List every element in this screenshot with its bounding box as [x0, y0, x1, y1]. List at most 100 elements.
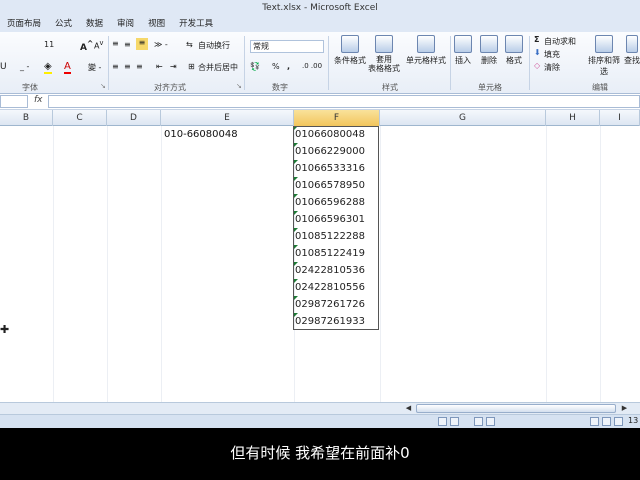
conditional-format-label: 条件格式	[334, 56, 366, 65]
separator	[328, 36, 329, 90]
format-as-table-icon	[375, 35, 393, 53]
zoom-level[interactable]: 13	[628, 416, 638, 425]
horizontal-scrollbar[interactable]: ◀ ▶	[0, 402, 640, 414]
underline-icon[interactable]: U	[0, 62, 7, 72]
normal-view-icon[interactable]	[590, 417, 599, 426]
clear-button[interactable]: 清除	[544, 62, 560, 73]
delete-label: 删除	[481, 56, 497, 65]
align-top-icon[interactable]: ≡	[112, 39, 119, 48]
align-center-icon[interactable]: ≡	[124, 62, 131, 71]
sort-filter-button[interactable]: 排序和筛选	[586, 35, 622, 77]
font-color-icon[interactable]: A	[64, 61, 71, 74]
tab-page-layout[interactable]: 页面布局	[0, 16, 48, 32]
font-size-select[interactable]: 11	[44, 40, 54, 49]
comma-button[interactable]: ,	[287, 62, 290, 71]
excel-window: Text.xlsx - Microsoft Excel 页面布局 公式 数据 审…	[0, 0, 640, 480]
subtitle-band: 但有时候 我希望在前面补0	[0, 428, 640, 480]
sum-icon[interactable]: Σ	[534, 35, 539, 44]
fx-icon[interactable]: fx	[34, 95, 43, 105]
column-header-b[interactable]: B	[0, 110, 53, 126]
tab-formulas[interactable]: 公式	[48, 16, 79, 32]
window-title: Text.xlsx - Microsoft Excel	[0, 0, 640, 16]
number-format-select[interactable]: 常规	[250, 40, 324, 53]
shrink-font-icon[interactable]: Av	[94, 39, 103, 51]
selection-border	[293, 126, 379, 330]
column-header-g[interactable]: G	[380, 110, 546, 126]
scroll-thumb[interactable]	[416, 404, 616, 413]
orientation-icon[interactable]: ≫ -	[154, 40, 168, 49]
status-icon[interactable]	[450, 417, 459, 426]
align-left-icon[interactable]: ≡	[112, 62, 119, 71]
cell-grid[interactable]: 010-66080048 01066080048 01066229000 010…	[0, 126, 640, 402]
wrap-text-button[interactable]: 自动换行	[198, 40, 230, 51]
status-bar: 13	[0, 414, 640, 428]
name-box[interactable]	[0, 95, 28, 108]
separator	[450, 36, 451, 90]
align-bottom-icon[interactable]: ≡	[136, 38, 148, 50]
sort-filter-label: 排序和筛选	[588, 56, 620, 76]
gridline	[380, 126, 381, 402]
alignment-launcher-icon[interactable]: ↘	[236, 82, 242, 90]
column-header-c[interactable]: C	[53, 110, 107, 126]
gridline	[600, 126, 601, 402]
merge-center-icon[interactable]: ⊞	[188, 62, 195, 71]
merge-center-button[interactable]: 合并后居中	[198, 62, 238, 73]
fill-color-icon[interactable]: ◈	[44, 61, 52, 74]
align-middle-icon[interactable]: ≡	[124, 40, 131, 49]
format-as-table-button[interactable]: 套用 表格格式	[366, 35, 402, 73]
scroll-right-icon[interactable]: ▶	[620, 404, 629, 413]
find-select-button[interactable]: 查找	[624, 35, 640, 66]
scroll-left-icon[interactable]: ◀	[404, 404, 413, 413]
tab-developer[interactable]: 开发工具	[172, 16, 220, 32]
font-launcher-icon[interactable]: ↘	[100, 82, 106, 90]
formula-input[interactable]	[48, 95, 640, 108]
insert-icon	[454, 35, 472, 53]
cell-styles-button[interactable]: 单元格样式	[404, 35, 448, 66]
tab-view[interactable]: 视图	[141, 16, 172, 32]
border-icon[interactable]: _ -	[20, 62, 29, 71]
decimal-buttons[interactable]: .0 .00	[302, 62, 322, 70]
autosum-button[interactable]: 自动求和	[544, 36, 576, 47]
column-header-d[interactable]: D	[107, 110, 161, 126]
column-headers: B C D E F G H I	[0, 110, 640, 126]
cell-e1[interactable]: 010-66080048	[164, 126, 238, 143]
phonetic-icon[interactable]: 變 -	[88, 62, 101, 73]
insert-button[interactable]: 插入	[452, 35, 474, 66]
percent-button[interactable]: %	[272, 62, 280, 71]
group-alignment-label: 对齐方式	[154, 83, 186, 92]
grow-font-icon[interactable]: A^	[80, 39, 93, 53]
group-cells-label: 单元格	[478, 83, 502, 92]
wrap-text-icon[interactable]: ⇆	[186, 40, 193, 49]
align-right-icon[interactable]: ≡	[136, 62, 143, 71]
cell-styles-icon	[417, 35, 435, 53]
gridline	[53, 126, 54, 402]
page-break-view-icon[interactable]	[614, 417, 623, 426]
accounting-icon[interactable]: 💱	[250, 62, 260, 71]
column-header-f[interactable]: F	[294, 110, 380, 126]
ribbon: 11 A^ Av U _ - ◈ A 變 - 字体 ↘ ≡ ≡ ≡ ≫ - ⇆ …	[0, 32, 640, 94]
decrease-indent-icon[interactable]: ⇤	[156, 62, 163, 71]
format-icon	[505, 35, 523, 53]
tab-review[interactable]: 审阅	[110, 16, 141, 32]
increase-indent-icon[interactable]: ⇥	[170, 62, 177, 71]
delete-button[interactable]: 删除	[478, 35, 500, 66]
page-layout-view-icon[interactable]	[602, 417, 611, 426]
fill-icon[interactable]: ⬇	[534, 48, 541, 57]
eraser-icon[interactable]: ◇	[534, 61, 540, 70]
format-as-table-label-2: 表格格式	[368, 64, 400, 73]
column-header-i[interactable]: I	[600, 110, 640, 126]
separator	[108, 36, 109, 90]
status-icon[interactable]	[486, 417, 495, 426]
cell-cursor-icon: ✚	[0, 323, 10, 336]
column-header-h[interactable]: H	[546, 110, 600, 126]
group-font-label: 字体	[22, 83, 38, 92]
fill-button[interactable]: 填充	[544, 49, 560, 60]
subtitle-text: 但有时候 我希望在前面补0	[230, 444, 410, 462]
tab-data[interactable]: 数据	[79, 16, 110, 32]
status-icon[interactable]	[474, 417, 483, 426]
format-button[interactable]: 格式	[503, 35, 525, 66]
column-header-e[interactable]: E	[161, 110, 294, 126]
status-icon[interactable]	[438, 417, 447, 426]
conditional-format-button[interactable]: 条件格式	[332, 35, 368, 66]
delete-icon	[480, 35, 498, 53]
